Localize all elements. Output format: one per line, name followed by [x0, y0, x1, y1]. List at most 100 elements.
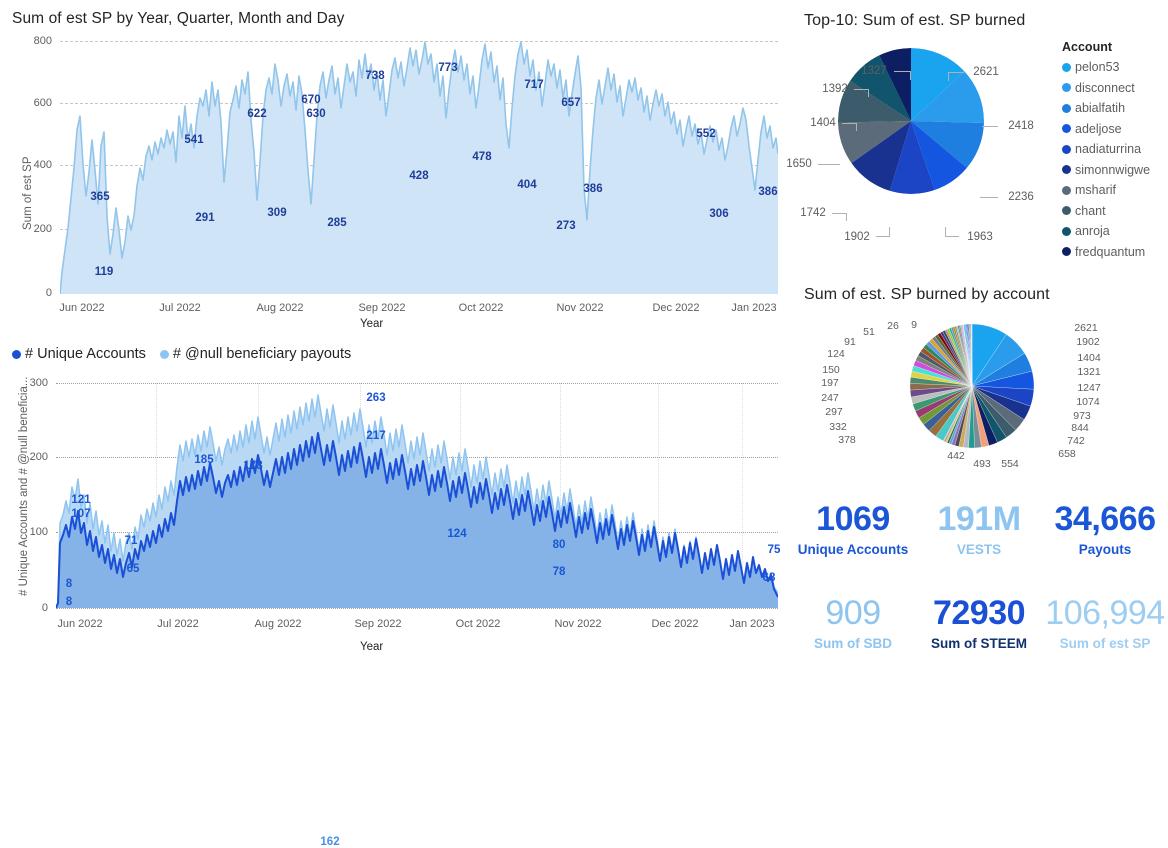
kpi-value: 106,994: [1045, 596, 1164, 630]
x-tick: Jan 2023: [729, 618, 774, 630]
kpi-unique-accounts[interactable]: 1069 Unique Accounts: [790, 482, 916, 576]
x-axis-title-sum-est-sp: Year: [360, 318, 383, 330]
kpi-sum-of-sbd[interactable]: 909 Sum of SBD: [790, 576, 916, 670]
pie-value-label: 658: [1058, 448, 1076, 460]
pie-value-label: 844: [1071, 422, 1089, 434]
legend-dot-icon: [160, 350, 169, 359]
leader-line: [854, 89, 868, 90]
kpi-label: Sum of STEEM: [931, 636, 1027, 651]
legend-label: disconnect: [1075, 81, 1135, 95]
legend-item-null-beneficiary[interactable]: # @null beneficiary payouts: [160, 346, 351, 362]
legend-dot-icon: [1062, 104, 1071, 113]
x-tick: Aug 2022: [256, 302, 303, 314]
leader-line: [868, 89, 869, 97]
leader-line: [889, 227, 890, 236]
pie-top10[interactable]: [838, 48, 984, 194]
kpi-sum-of-est-sp[interactable]: 106,994 Sum of est SP: [1042, 576, 1168, 670]
x-tick: Sep 2022: [354, 618, 401, 630]
chart-title-top10: Top-10: Sum of est. SP burned: [804, 12, 1025, 30]
leader-line: [894, 71, 910, 72]
kpi-label: Unique Accounts: [798, 542, 909, 557]
pie-value-label: 124: [827, 348, 845, 360]
x-tick: Dec 2022: [652, 302, 699, 314]
x-tick: Jun 2022: [57, 618, 102, 630]
leader-line: [910, 71, 911, 80]
legend-entry-abialfatih[interactable]: abialfatih: [1062, 101, 1150, 115]
legend-entry-nadiaturrina[interactable]: nadiaturrina: [1062, 142, 1150, 156]
legend-label: chant: [1075, 204, 1106, 218]
pie-value-label: 442: [947, 450, 965, 462]
pie-value-label: 91: [844, 336, 856, 348]
chart-sp-burned-by-account[interactable]: Sum of est. SP burned by account 2621 19…: [790, 282, 1168, 482]
legend-dot-icon: [1062, 63, 1071, 72]
legend-accounts[interactable]: # Unique Accounts # @null beneficiary pa…: [12, 346, 351, 362]
pie-value-label: 1902: [1076, 336, 1099, 348]
legend-dot-icon: [1062, 206, 1071, 215]
pie-value-label: 973: [1073, 410, 1091, 422]
kpi-label: VESTS: [957, 542, 1001, 557]
kpi-sum-of-steem[interactable]: 72930 Sum of STEEM: [916, 576, 1042, 670]
chart-sum-est-sp[interactable]: Sum of est SP by Year, Quarter, Month an…: [0, 0, 790, 338]
pie-value-label: 493: [973, 458, 991, 470]
y-tick: 300: [16, 377, 48, 389]
pie-by-account[interactable]: [910, 324, 1034, 448]
pie-value-label: 2418: [1008, 120, 1034, 132]
kpi-vests[interactable]: 191M VESTS: [916, 482, 1042, 576]
legend-label: fredquantum: [1075, 245, 1145, 259]
pie-value-label: 51: [863, 326, 875, 338]
legend-entry-msharif[interactable]: msharif: [1062, 183, 1150, 197]
pie-value-label: 1404: [1077, 352, 1100, 364]
kpi-label: Payouts: [1079, 542, 1132, 557]
pie-value-label: 2621: [973, 66, 999, 78]
pie-value-label: 297: [825, 406, 843, 418]
pie-value-label: 332: [829, 421, 847, 433]
x-tick: Nov 2022: [554, 618, 601, 630]
pie-value-label: 742: [1067, 435, 1085, 447]
area-series-est-sp: [60, 20, 778, 294]
legend-dot-icon: [1062, 124, 1071, 133]
kpi-value: 909: [825, 596, 880, 630]
leader-line: [832, 213, 847, 214]
legend-entry-chant[interactable]: chant: [1062, 204, 1150, 218]
kpi-value: 34,666: [1055, 502, 1156, 536]
pie-value-label: 197: [821, 377, 839, 389]
pie-value-label: 1963: [967, 231, 993, 243]
pie-value-label: 1902: [844, 231, 870, 243]
legend-entry-simonnwigwe[interactable]: simonnwigwe: [1062, 163, 1150, 177]
legend-label: msharif: [1075, 183, 1116, 197]
kpi-value: 191M: [937, 502, 1020, 536]
pie-value-label: 247: [821, 392, 839, 404]
legend-label: anroja: [1075, 224, 1110, 238]
leader-line: [980, 197, 998, 198]
y-tick: 200: [20, 223, 52, 235]
area-series-accounts: [56, 383, 778, 608]
legend-label: adeljose: [1075, 122, 1122, 136]
kpi-payouts[interactable]: 34,666 Payouts: [1042, 482, 1168, 576]
chart-unique-accounts[interactable]: # Unique Accounts # @null beneficiary pa…: [0, 338, 790, 670]
legend-dot-icon: [1062, 227, 1071, 236]
leader-line: [818, 164, 840, 165]
x-tick: Oct 2022: [456, 618, 501, 630]
gridline: [56, 608, 778, 609]
legend-item-unique-accounts[interactable]: # Unique Accounts: [12, 346, 146, 362]
kpi-value: 1069: [816, 502, 890, 536]
pie-value-label: 554: [1001, 458, 1019, 470]
x-tick: Nov 2022: [556, 302, 603, 314]
x-tick: Jul 2022: [159, 302, 201, 314]
leader-line: [846, 213, 847, 221]
legend-label: # Unique Accounts: [25, 346, 146, 362]
legend-top10-accounts[interactable]: Account pelon53 disconnect abialfatih ad…: [1062, 40, 1150, 265]
y-tick: 400: [20, 159, 52, 171]
legend-entry-fredquantum[interactable]: fredquantum: [1062, 245, 1150, 259]
pie-value-label: 1074: [1076, 396, 1099, 408]
legend-label: nadiaturrina: [1075, 142, 1141, 156]
y-tick: 0: [16, 602, 48, 614]
x-axis-title-accounts: Year: [360, 641, 383, 653]
leader-line: [982, 126, 998, 127]
legend-entry-anroja[interactable]: anroja: [1062, 224, 1150, 238]
leader-line: [856, 123, 857, 131]
legend-entry-pelon53[interactable]: pelon53: [1062, 60, 1150, 74]
legend-entry-adeljose[interactable]: adeljose: [1062, 122, 1150, 136]
legend-entry-disconnect[interactable]: disconnect: [1062, 81, 1150, 95]
pie-value-label: 2236: [1008, 191, 1034, 203]
